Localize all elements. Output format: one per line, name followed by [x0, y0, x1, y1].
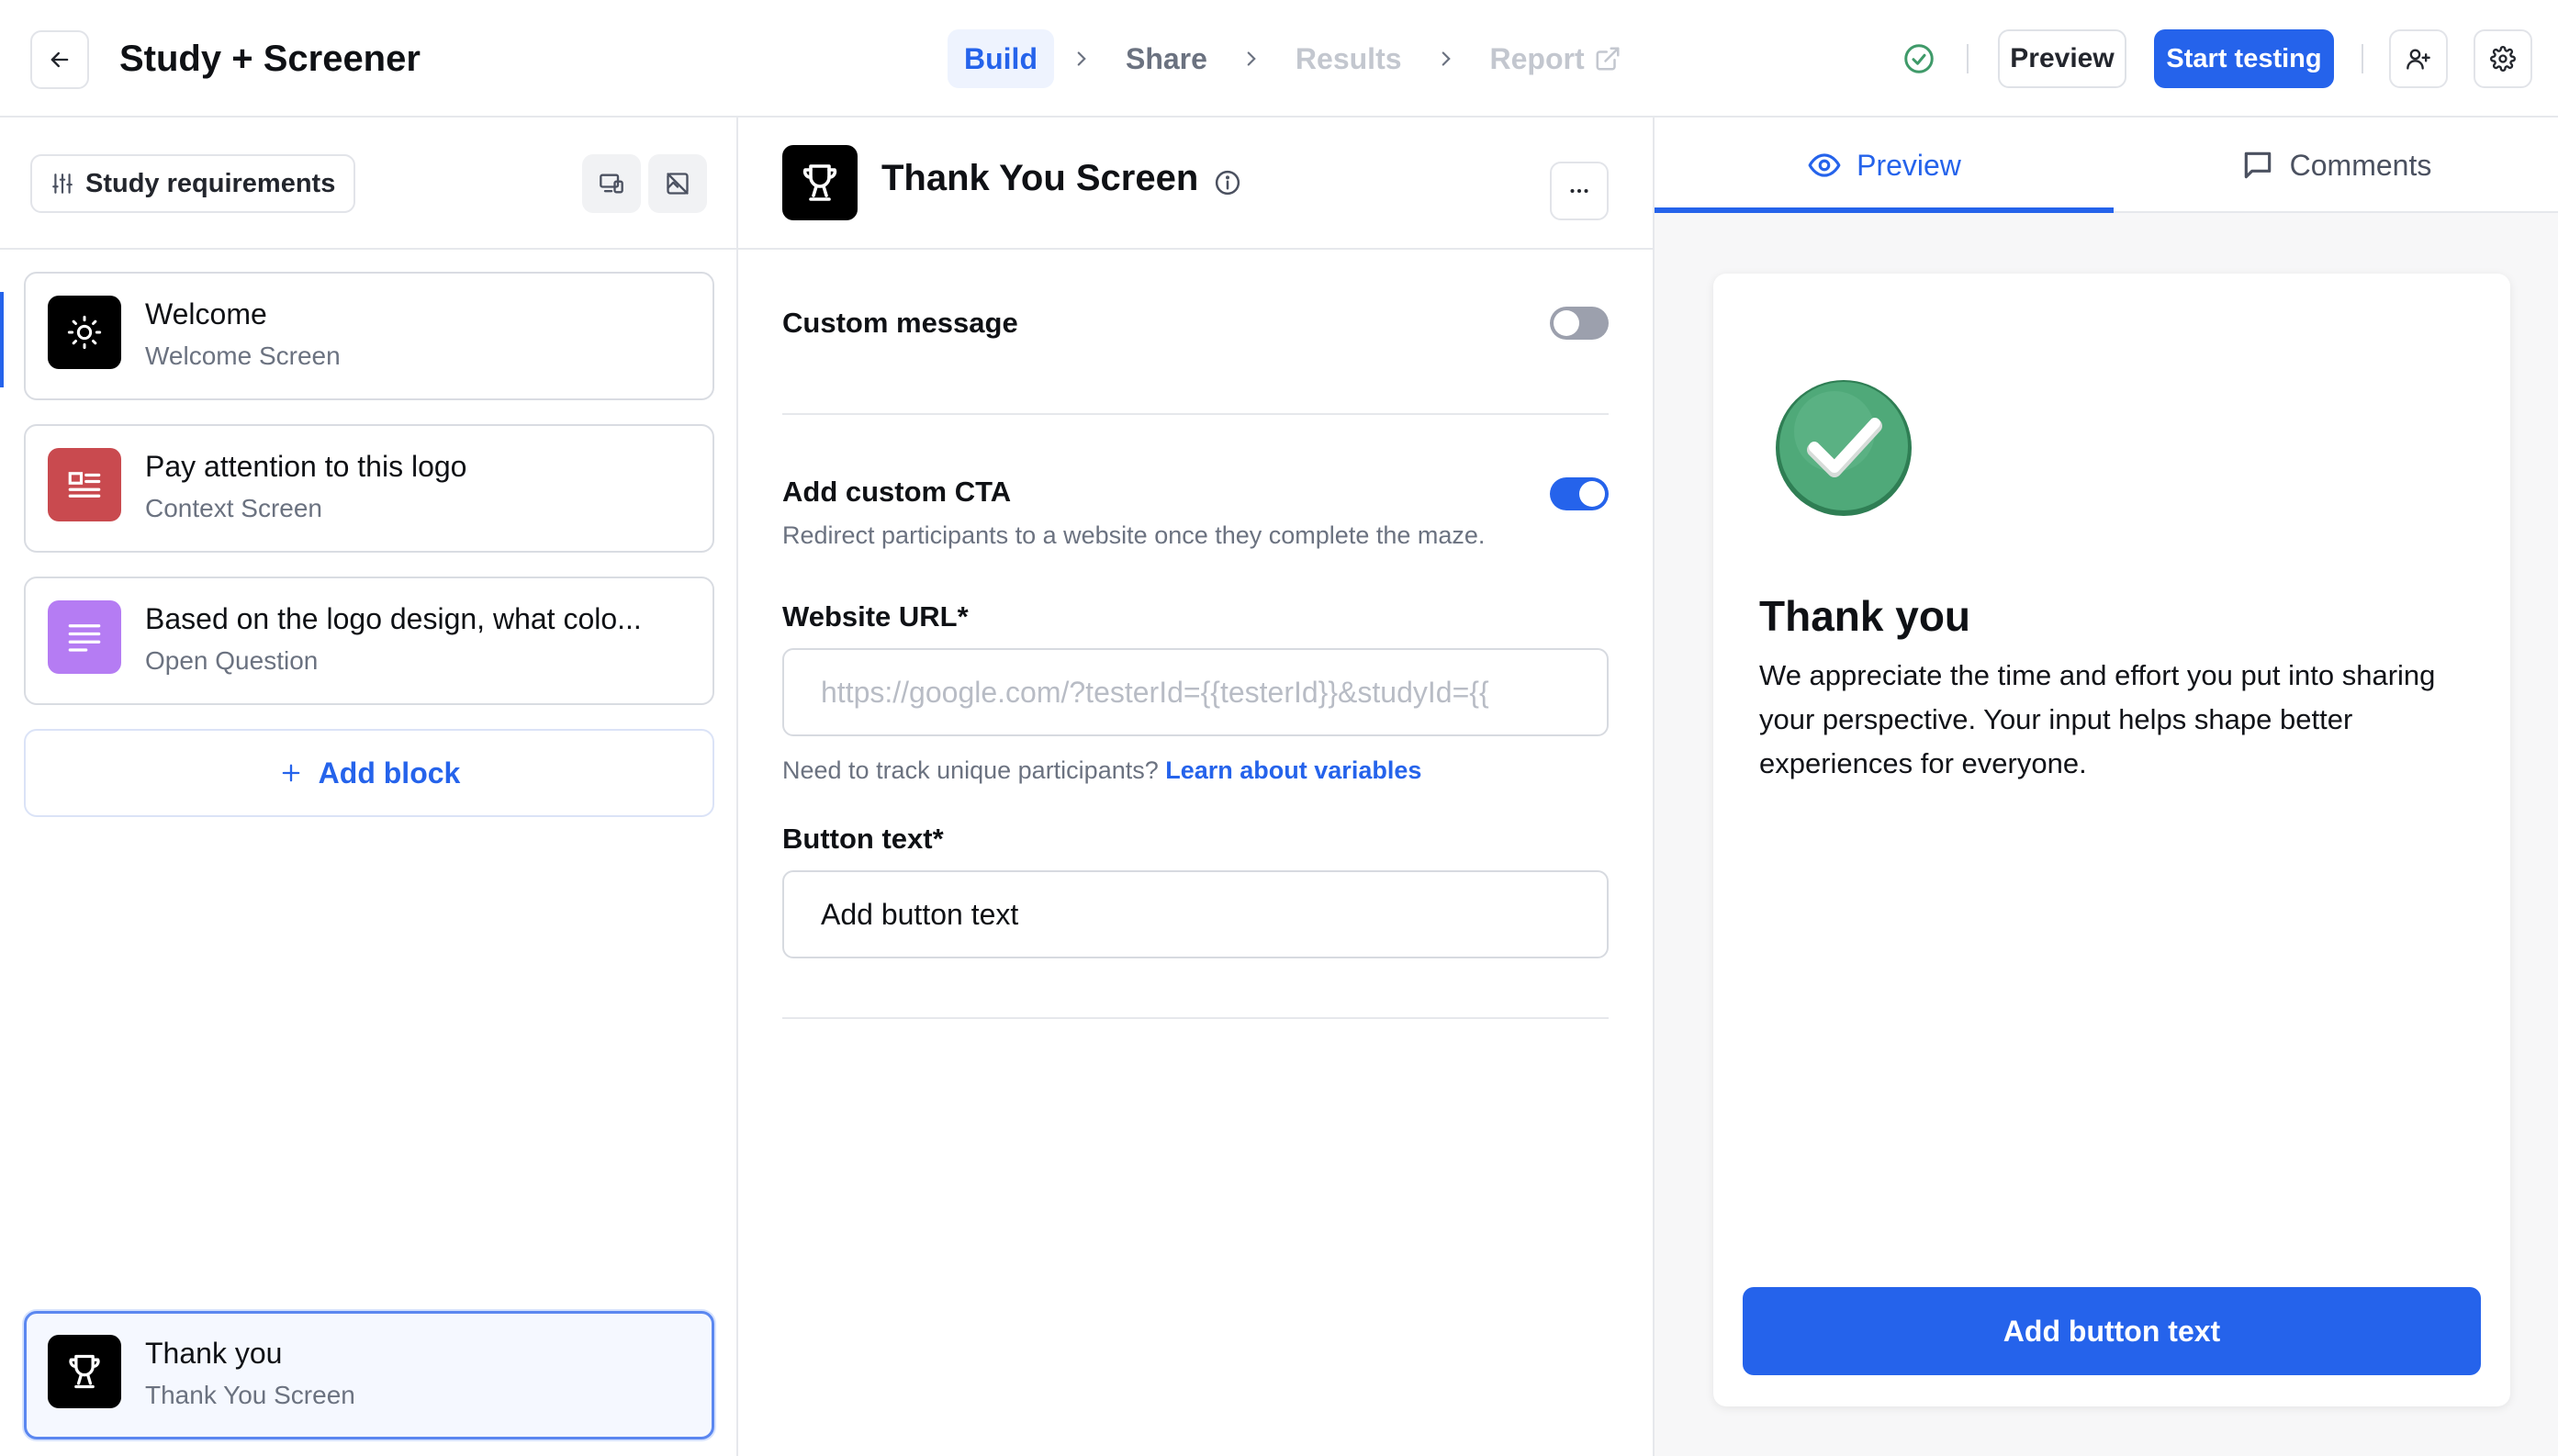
divider	[2362, 44, 2363, 73]
settings-button[interactable]	[2474, 29, 2532, 88]
comment-icon	[2244, 151, 2271, 179]
gear-icon	[2490, 46, 2516, 72]
text-lines-icon	[68, 624, 101, 652]
tab-preview-label: Preview	[1857, 148, 1961, 182]
button-text-label: Button text*	[782, 823, 944, 855]
plus-icon	[282, 764, 299, 782]
editor-header: Thank You Screen	[738, 118, 1655, 250]
trophy-icon	[802, 164, 837, 201]
block-item-thank-you[interactable]: Thank you Thank You Screen	[24, 1311, 714, 1439]
more-horizontal-icon	[1570, 189, 1588, 193]
step-report-label: Report	[1489, 41, 1585, 75]
info-icon[interactable]	[1214, 169, 1241, 201]
block-title: Pay attention to this logo	[145, 450, 467, 483]
step-navigation: Build Share Results Report	[948, 29, 1638, 88]
block-item-open-question[interactable]: Based on the logo design, what colo... O…	[24, 577, 714, 705]
custom-cta-help: Redirect participants to a website once …	[782, 521, 1486, 549]
block-list-toolbar: Study requirements	[0, 118, 736, 250]
editor-title: Thank You Screen	[881, 158, 1199, 198]
block-list-panel: Study requirements Welcome Welcome Scree…	[0, 118, 738, 1456]
study-requirements-label: Study requirements	[85, 168, 336, 198]
invite-user-button[interactable]	[2389, 29, 2448, 88]
learn-variables-link[interactable]: Learn about variables	[1165, 756, 1421, 784]
back-button[interactable]	[30, 30, 89, 89]
website-url-label: Website URL*	[782, 600, 969, 633]
preview-panel: Preview Comments Thank you We appreciate…	[1655, 118, 2558, 1456]
block-subtitle: Thank You Screen	[145, 1381, 355, 1409]
add-block-label: Add block	[318, 756, 461, 790]
active-block-indicator	[0, 292, 4, 387]
app-root: Study + Screener Build Share Results Rep…	[0, 0, 2558, 1456]
user-plus-icon	[2407, 49, 2430, 70]
success-check-icon	[1776, 380, 1912, 516]
block-icon-tile	[48, 296, 121, 369]
block-editor-panel: Thank You Screen Custom message Add cust…	[738, 118, 1655, 1456]
tab-comments-label: Comments	[2289, 148, 2432, 182]
tab-preview[interactable]: Preview	[1655, 118, 2114, 213]
arrow-left-icon	[50, 51, 69, 68]
custom-message-label: Custom message	[782, 307, 1018, 339]
toggle-knob	[1554, 310, 1579, 336]
top-header: Study + Screener Build Share Results Rep…	[0, 0, 2558, 118]
image-off-icon	[667, 173, 689, 195]
block-title: Welcome	[145, 297, 267, 330]
hide-media-button[interactable]	[648, 154, 707, 213]
eye-icon	[1808, 153, 1841, 177]
divider	[782, 1017, 1609, 1019]
preview-cta-button[interactable]: Add button text	[1743, 1287, 2481, 1375]
newspaper-icon	[68, 472, 101, 498]
custom-message-toggle[interactable]	[1550, 307, 1609, 340]
preview-card-title: Thank you	[1759, 592, 1971, 640]
preview-button[interactable]: Preview	[1998, 29, 2126, 88]
tab-comments[interactable]: Comments	[2114, 118, 2558, 213]
block-title: Based on the logo design, what colo...	[145, 602, 642, 635]
variables-help-text: Need to track unique participants?	[782, 756, 1159, 784]
step-build[interactable]: Build	[948, 29, 1054, 88]
device-preview-button[interactable]	[582, 154, 641, 213]
variables-help: Need to track unique participants? Learn…	[782, 756, 1421, 785]
more-options-button[interactable]	[1550, 162, 1609, 220]
study-requirements-button[interactable]: Study requirements	[30, 154, 356, 213]
block-subtitle: Open Question	[145, 646, 319, 675]
block-item-welcome[interactable]: Welcome Welcome Screen	[24, 272, 714, 400]
block-item-context[interactable]: Pay attention to this logo Context Scree…	[24, 424, 714, 553]
add-block-button[interactable]: Add block	[24, 729, 714, 817]
external-link-icon	[1596, 47, 1620, 71]
website-url-input[interactable]	[782, 648, 1609, 736]
active-tab-underline	[1655, 207, 2114, 213]
block-title: Thank you	[145, 1337, 283, 1370]
divider	[782, 413, 1609, 415]
block-icon-tile	[48, 1335, 121, 1408]
button-text-input[interactable]	[782, 870, 1609, 958]
editor-block-icon	[782, 145, 858, 220]
study-title: Study + Screener	[119, 39, 421, 79]
step-results[interactable]: Results	[1279, 29, 1419, 88]
saved-check-icon	[1902, 42, 1935, 80]
preview-tabs: Preview Comments	[1655, 118, 2558, 213]
step-report[interactable]: Report	[1474, 29, 1638, 88]
chevron-right-icon	[1419, 47, 1474, 71]
chevron-right-icon	[1224, 47, 1279, 71]
step-share[interactable]: Share	[1109, 29, 1224, 88]
custom-cta-toggle[interactable]	[1550, 477, 1609, 510]
sun-icon	[67, 315, 102, 350]
block-icon-tile	[48, 448, 121, 521]
chevron-right-icon	[1054, 47, 1109, 71]
custom-cta-label: Add custom CTA	[782, 476, 1012, 508]
block-subtitle: Welcome Screen	[145, 342, 341, 370]
preview-card-body: We appreciate the time and effort you pu…	[1759, 659, 2436, 779]
divider	[1967, 44, 1969, 73]
toggle-knob	[1579, 481, 1605, 507]
block-icon-tile	[48, 600, 121, 674]
preview-card: Thank you We appreciate the time and eff…	[1713, 274, 2510, 1406]
trophy-icon	[69, 1354, 100, 1389]
sliders-icon	[52, 174, 73, 194]
devices-icon	[600, 174, 623, 194]
block-subtitle: Context Screen	[145, 494, 322, 522]
start-testing-button[interactable]: Start testing	[2154, 29, 2334, 88]
